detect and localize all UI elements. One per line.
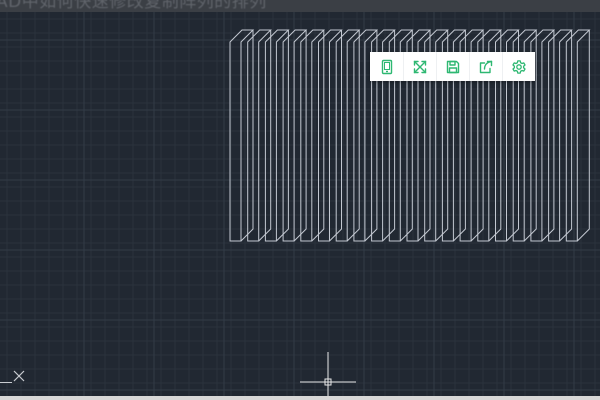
cursor-crosshair [300,352,356,398]
array-item[interactable] [318,29,343,242]
save-button[interactable] [436,52,469,81]
gear-icon [511,59,527,75]
window-title: AD中如何快速修改复制阵列的排列 [0,0,267,12]
close-icon[interactable] [12,369,26,383]
array-item[interactable] [548,29,573,242]
array-item[interactable] [229,29,255,242]
array-item[interactable] [300,29,326,242]
tablet-icon [379,59,395,75]
array-item[interactable] [335,29,361,242]
share-button[interactable] [469,52,502,81]
status-bar [0,396,600,400]
share-icon [478,59,494,75]
floating-toolbar [370,52,535,81]
tablet-view-button[interactable] [370,52,403,81]
array-item[interactable] [264,29,290,242]
array-item[interactable] [247,29,272,242]
floppy-disk-icon [445,59,461,75]
cad-viewer: AD中如何快速修改复制阵列的排列 [0,0,600,400]
fullscreen-button[interactable] [403,52,436,81]
settings-button[interactable] [502,52,535,81]
title-bar: AD中如何快速修改复制阵列的排列 [0,0,600,12]
ucs-axis-line [0,382,12,383]
array-item[interactable] [565,29,591,242]
expand-arrows-icon [412,59,428,75]
